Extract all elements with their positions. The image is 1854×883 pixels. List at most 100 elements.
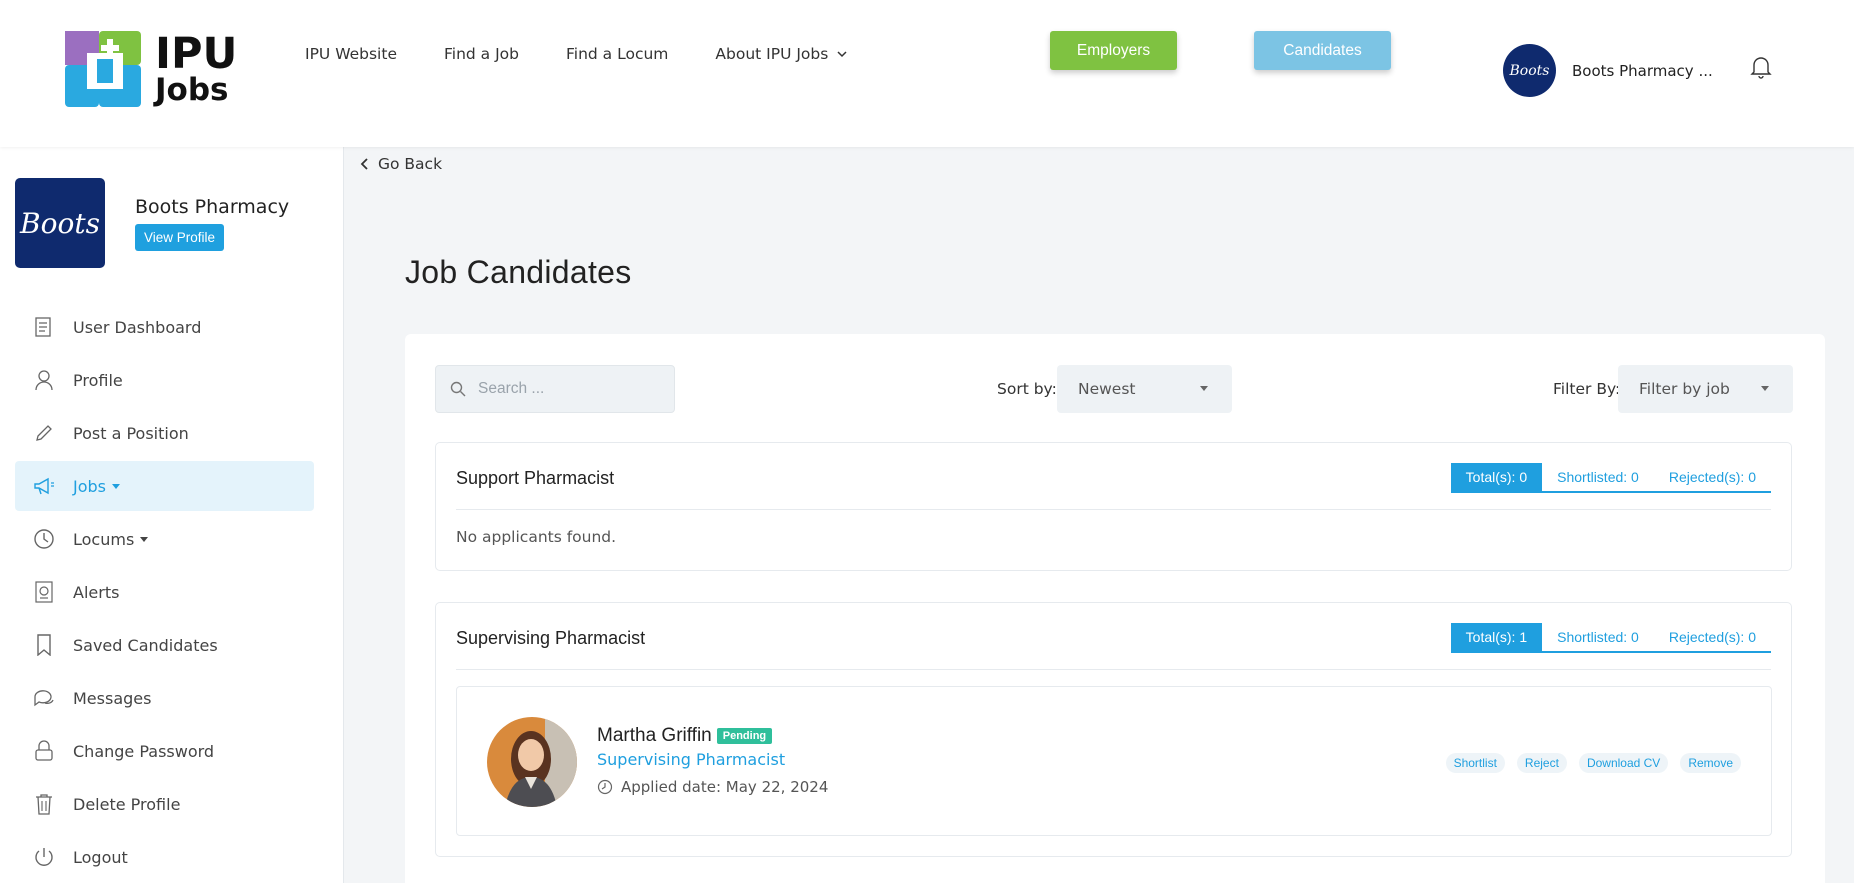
sidebar-menu: User Dashboard Profile Post a Position J… [15,302,314,883]
account-menu[interactable]: Boots Boots Pharmacy ... [1503,44,1713,97]
job-tabs: Total(s): 0 Shortlisted: 0 Rejected(s): … [1450,463,1771,493]
reject-button[interactable]: Reject [1516,753,1567,773]
nav-find-a-locum[interactable]: Find a Locum [566,45,668,63]
logo-text: IPU Jobs [155,29,238,108]
remove-button[interactable]: Remove [1680,753,1741,773]
company-logo: Boots [15,178,105,268]
megaphone-icon [33,475,55,497]
user-icon [33,369,55,391]
sort-select[interactable]: Newest [1057,365,1232,413]
candidates-panel: Sort by: Newest Filter By: Filter by job… [405,334,1825,883]
sidebar-item-label: Delete Profile [73,794,181,814]
sidebar-item-locums[interactable]: Locums [15,514,314,564]
sort-value: Newest [1078,380,1136,398]
account-name: Boots Pharmacy ... [1572,61,1713,80]
sidebar-item-label: Jobs [73,476,106,496]
sidebar-item-jobs[interactable]: Jobs [15,461,314,511]
caret-down-icon [140,536,149,542]
tab-total[interactable]: Total(s): 0 [1450,463,1543,491]
nav-ipu-website[interactable]: IPU Website [305,45,397,63]
logo-line-1: IPU [155,29,238,79]
sidebar-item-saved-candidates[interactable]: Saved Candidates [15,620,314,670]
sidebar-item-label: Change Password [73,741,215,761]
clock-icon [33,528,55,550]
search-input[interactable] [478,380,658,398]
sidebar: Boots Boots Pharmacy View Profile User D… [0,147,344,883]
go-back-label: Go Back [378,155,443,173]
sidebar-item-change-password[interactable]: Change Password [15,726,314,776]
sort-label: Sort by: [997,380,1057,398]
top-header: IPU Jobs IPU Website Find a Job Find a L… [0,0,1854,147]
bell-icon[interactable] [1750,55,1772,79]
alert-icon [33,581,55,603]
filter-value: Filter by job [1639,380,1730,398]
sidebar-item-label: Locums [73,529,135,549]
nav-about-label: About IPU Jobs [715,45,829,63]
main-nav: IPU Website Find a Job Find a Locum Abou… [305,45,895,63]
sidebar-item-label: User Dashboard [73,317,202,337]
sidebar-item-label: Profile [73,370,123,390]
filter-select[interactable]: Filter by job [1618,365,1793,413]
search-icon [450,381,466,397]
job-title: Supervising Pharmacist [456,628,646,648]
candidate-name[interactable]: Martha Griffin [597,725,712,747]
applied-date-text: Applied date: May 22, 2024 [621,778,829,796]
candidate-actions: Shortlist Reject Download CV Remove [1445,753,1741,773]
sidebar-item-label: Alerts [73,582,120,602]
trash-icon [33,793,55,815]
sidebar-item-messages[interactable]: Messages [15,673,314,723]
candidate-role[interactable]: Supervising Pharmacist [597,750,785,769]
search-box [435,365,675,413]
job-tabs: Total(s): 1 Shortlisted: 0 Rejected(s): … [1450,623,1771,653]
sidebar-item-user-dashboard[interactable]: User Dashboard [15,302,314,352]
sidebar-item-label: Post a Position [73,423,189,443]
sidebar-item-label: Messages [73,688,152,708]
page-title: Job Candidates [405,254,632,290]
sidebar-item-delete-profile[interactable]: Delete Profile [15,779,314,829]
status-badge: Pending [716,728,773,744]
tab-total[interactable]: Total(s): 1 [1450,623,1543,651]
employers-button[interactable]: Employers [1050,31,1177,70]
applied-date: Applied date: May 22, 2024 [597,778,828,796]
ipu-jobs-logo[interactable]: IPU Jobs [65,31,237,107]
avatar: Boots [1503,44,1556,97]
empty-state-text: No applicants found. [456,528,617,546]
candidates-button[interactable]: Candidates [1254,31,1391,70]
candidate-card: Martha Griffin Pending Supervising Pharm… [456,686,1772,836]
tab-shortlisted[interactable]: Shortlisted: 0 [1542,623,1654,651]
sidebar-item-logout[interactable]: Logout [15,832,314,882]
candidate-name-row: Martha Griffin Pending [597,725,773,747]
chat-icon [33,687,55,709]
dropdown-arrow-icon [1200,386,1208,391]
job-card-support-pharmacist: Support Pharmacist Total(s): 0 Shortlist… [435,442,1792,571]
view-profile-button[interactable]: View Profile [135,224,225,251]
company-name: Boots Pharmacy [135,196,290,218]
sidebar-item-alerts[interactable]: Alerts [15,567,314,617]
logo-line-2: Jobs [155,72,229,108]
filter-label: Filter By: [1553,380,1621,398]
shortlist-button[interactable]: Shortlist [1445,753,1505,773]
tab-rejected[interactable]: Rejected(s): 0 [1654,463,1771,491]
dashboard-icon [33,316,55,338]
go-back-link[interactable]: Go Back [360,155,442,173]
logo-mark-icon [65,31,141,107]
divider [456,509,1771,510]
caret-down-icon [112,483,120,489]
company-card: Boots Boots Pharmacy View Profile [15,178,289,268]
sidebar-item-post-a-position[interactable]: Post a Position [15,408,314,458]
sidebar-item-label: Logout [73,847,128,867]
tab-rejected[interactable]: Rejected(s): 0 [1654,623,1771,651]
chevron-left-icon [360,158,368,170]
download-cv-button[interactable]: Download CV [1578,753,1669,773]
bookmark-icon [33,634,55,656]
company-info: Boots Pharmacy View Profile [135,178,289,268]
tab-shortlisted[interactable]: Shortlisted: 0 [1542,463,1654,491]
candidate-photo[interactable] [487,717,577,807]
nav-find-a-job[interactable]: Find a Job [444,45,519,63]
nav-about-ipu-jobs[interactable]: About IPU Jobs [715,45,848,63]
sidebar-item-profile[interactable]: Profile [15,355,314,405]
power-icon [33,846,55,868]
job-title: Support Pharmacist [456,468,615,488]
job-card-supervising-pharmacist: Supervising Pharmacist Total(s): 1 Short… [435,602,1792,857]
chevron-down-icon [837,51,847,58]
